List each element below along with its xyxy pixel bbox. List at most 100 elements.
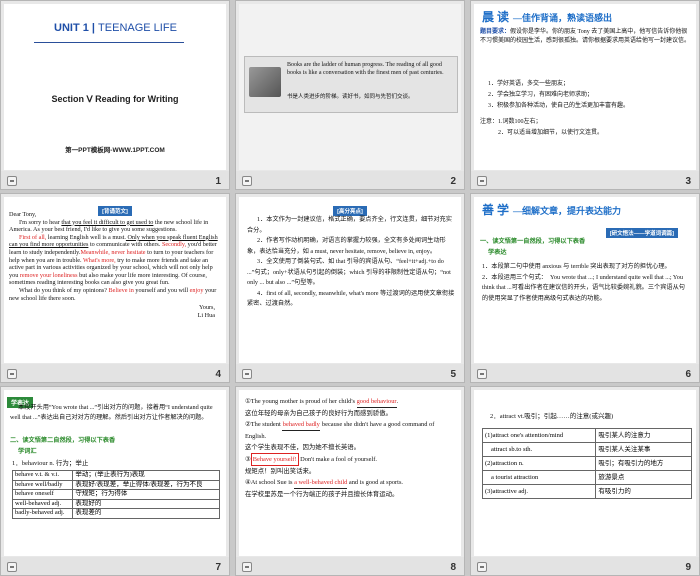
slide-thumbnail-8[interactable]: ①The young mother is proud of her child'… <box>235 386 465 576</box>
highlight-list: 1．本文作为一封建议信，格式正确，要点齐全，行文连贯，细节对充实合分。 2．作者… <box>247 215 455 310</box>
heading-main: 晨 读 <box>482 10 510 24</box>
vocab-table: (1)attract one's attention/mind 吸引某人的注意力 … <box>481 428 692 499</box>
slide-number: 4 <box>215 369 221 380</box>
slide-footer-strip: 5 <box>236 364 464 382</box>
slide-footer-strip: 7 <box>1 557 229 575</box>
vocab-headword: 2．attract vt.吸引；引起……的注意(或兴趣) <box>490 413 614 420</box>
unit-label: UNIT 1 <box>54 22 89 34</box>
table-row: (2)attraction n. 吸引；有吸引力的地方 <box>481 456 692 471</box>
task-notes: 注意：1.词数100左右； 2．可以适当增加细节，以使行文连贯。 <box>480 117 690 139</box>
example-sentence-1: ①The young mother is proud of her child'… <box>245 396 455 408</box>
heading-sub: —细解文章，提升表达能力 <box>513 206 622 216</box>
letter-signoff: Yours, <box>198 304 215 312</box>
slide-number: 1 <box>215 176 221 187</box>
table-row: behave v.t. & v.i. 举动；(举止表行为)表现 <box>11 470 220 481</box>
slide-heading: 善 学 —细解文章，提升表达能力 <box>482 201 621 219</box>
quote-box: Books are the ladder of human progress. … <box>244 56 458 113</box>
slide-number: 9 <box>685 562 691 573</box>
table-row: behave oneself 守规矩；行为得体 <box>11 489 220 500</box>
letter-paragraph-2: First of all, learning English well is a… <box>9 233 218 287</box>
unit-title: UNIT 1 | TEENAGE LIFE <box>54 22 177 34</box>
slide-number: 5 <box>450 369 456 380</box>
slide-number: 7 <box>215 562 221 573</box>
slide-thumbnail-9[interactable]: 2．attract vt.吸引；引起……的注意(或兴趣) (1)attract … <box>470 386 700 576</box>
letter-body: Dear Tony, I'm sorry to hear that you fe… <box>9 211 221 319</box>
analysis-item: 1．本段第二句中使用 anxious 与 terrible 突出表现了对方的担忧… <box>482 263 671 270</box>
task-description: 题目要求：假设你是李华。你的朋友 Tony 去了美国上高中，他写信告诉你他很不习… <box>480 28 690 46</box>
slide-transition-icon <box>477 176 487 186</box>
slide-transition-icon <box>7 562 17 572</box>
slide-footer-strip: 6 <box>471 364 699 382</box>
slide-content: 晨 读 —佳作背诵，熟读语感出 题目要求：假设你是李华。你的朋友 Tony 去了… <box>474 4 696 170</box>
table-row: badly-behaved adj. 表现差的 <box>11 508 220 519</box>
slide-content: ①The young mother is proud of her child'… <box>239 390 461 556</box>
slide-thumbnail-4[interactable]: [背诵范文] Dear Tony, I'm sorry to hear that… <box>0 193 230 383</box>
vocab-table: behave v.t. & v.i. 举动；(举止表行为)表现 behave we… <box>11 470 220 519</box>
subsection-heading: 学表达 <box>488 249 507 256</box>
table-row: (3)attractive adj. 有吸引力的 <box>481 484 692 499</box>
task-label: 题目要求： <box>480 29 511 35</box>
example-sentence-4: ④At school Sue is a well-behaved child a… <box>245 477 455 489</box>
task-text: 假设你是李华。你的朋友 Tony 去了美国上高中，他写信告诉你他很不习惯美国的校… <box>480 29 691 44</box>
example-translation-1: 这位年轻的母亲为自己孩子的良好行为而感到骄傲。 <box>245 410 392 417</box>
intro-paragraph: 本段开头用“You wrote that ...”引出对方的问题，接着用“I u… <box>10 404 213 421</box>
slide-thumbnail-7[interactable]: 学表达 本段开头用“You wrote that ...”引出对方的问题，接着用… <box>0 386 230 576</box>
analysis-item: 2．本段运用三个句式： You wrote that ...; I unders… <box>482 273 685 302</box>
example-translation-2: 这个学生表现不佳，因为她不擅长英语。 <box>245 444 361 451</box>
slide-content: Books are the ladder of human progress. … <box>239 4 461 170</box>
example-sentence-3: ③ Behave yourself! Don't make a fool of y… <box>245 453 455 466</box>
example-translation-3: 规矩点！别叫出笑话来。 <box>245 468 316 475</box>
slide-heading: 晨 读 —佳作背诵，熟读语感出 <box>482 8 612 26</box>
highlight-item: 2．作者写作动机明确，对语言的掌握力较强，全文有多处闻词生动形象，表达恰当充分，… <box>247 237 446 255</box>
quote-english: Books are the ladder of human progress. … <box>287 62 444 76</box>
slide-number: 3 <box>685 176 691 187</box>
letter-greeting: Dear Tony, <box>9 211 37 218</box>
table-row: behave well/badly 表现好/表现差，举止得体/表现差，行为不良 <box>11 479 220 490</box>
table-row: a tourist attraction 旅游景点 <box>481 470 692 485</box>
slide-footer-strip: 9 <box>471 557 699 575</box>
vocab-headword: 1．behaviour n. 行为；举止 <box>12 460 89 467</box>
slide-content: UNIT 1 | TEENAGE LIFE Section Ⅴ Reading … <box>4 4 226 170</box>
unit-name: TEENAGE LIFE <box>98 22 177 34</box>
task-point: 1．学好英语，多交一些朋友； <box>488 81 570 87</box>
note-line: 2．可以适当增加细节，以使行文连贯。 <box>498 130 604 136</box>
slide-footer-strip: 3 <box>471 171 699 189</box>
task-point: 3．积极参加各种活动，使自己的生活更加丰富有趣。 <box>488 103 630 109</box>
slide-content: 2．attract vt.吸引；引起……的注意(或兴趣) (1)attract … <box>474 390 696 556</box>
slide-transition-icon <box>242 562 252 572</box>
slide-content: 学表达 本段开头用“You wrote that ...”引出对方的问题，接着用… <box>4 390 226 556</box>
highlight-item: 1．本文作为一封建议信，格式正确，要点齐全，行文连贯，细节对充实合分。 <box>247 216 452 234</box>
task-point: 2．学会独立学习，有困难向老师求助； <box>488 92 594 98</box>
heading-main: 善 学 <box>482 203 510 217</box>
slide-thumbnail-6[interactable]: 善 学 —细解文章，提升表达能力 [研文悟法——学道词调篇] 一、读文悟第一自然… <box>470 193 700 383</box>
slide-number: 6 <box>685 369 691 380</box>
section-tag: [研文悟法——学道词调篇] <box>605 228 678 238</box>
table-row: well-behaved adj. 表现好的 <box>11 498 220 509</box>
slide-thumbnail-5[interactable]: [高分亮点] 1．本文作为一封建议信，格式正确，要点齐全，行文连贯，细节对充实合… <box>235 193 465 383</box>
section-heading: 一、读文悟第一自然段，习得以下表香 <box>480 238 586 245</box>
slide-thumbnail-1[interactable]: UNIT 1 | TEENAGE LIFE Section Ⅴ Reading … <box>0 0 230 190</box>
example-sentence-2: ②The student behaved badly because she d… <box>245 421 435 440</box>
slide-transition-icon <box>7 369 17 379</box>
section-heading: 二、读文悟第二自然段，习得以下表香 <box>10 437 116 444</box>
slide-footer-strip: 4 <box>1 364 229 382</box>
heading-sub: —佳作背诵，熟读语感出 <box>513 13 613 23</box>
book-icon <box>249 67 281 97</box>
slide-footer-strip: 1 <box>1 171 229 189</box>
table-row: attract sb.to sth. 吸引某人关注某事 <box>481 442 692 457</box>
highlight-item: 4．first of all, secondly, meanwhile, wha… <box>247 289 455 308</box>
slide-content: 善 学 —细解文章，提升表达能力 [研文悟法——学道词调篇] 一、读文悟第一自然… <box>474 197 696 363</box>
slide-transition-icon <box>242 176 252 186</box>
slide-transition-icon <box>477 369 487 379</box>
slide-thumbnail-3[interactable]: 晨 读 —佳作背诵，熟读语感出 题目要求：假设你是李华。你的朋友 Tony 去了… <box>470 0 700 190</box>
highlight-item: 3．全文使用了倒装句式、如 that 引导的宾语从句、“feel+it+adj.… <box>247 258 451 286</box>
note-line: 注意：1.词数100左右； <box>480 119 542 125</box>
slide-content: [高分亮点] 1．本文作为一封建议信，格式正确，要点齐全，行文连贯，细节对充实合… <box>239 197 461 363</box>
slide-transition-icon <box>477 562 487 572</box>
section-title: Section Ⅴ Reading for Writing <box>51 94 179 104</box>
example-translation-4: 在学校里苏是一个行为端正的孩子并且擅长体育运动。 <box>245 491 399 498</box>
letter-paragraph-1: I'm sorry to hear that you feel it diffi… <box>9 218 209 234</box>
table-row: (1)attract one's attention/mind 吸引某人的注意力 <box>481 428 692 443</box>
slide-thumbnail-2[interactable]: Books are the ladder of human progress. … <box>235 0 465 190</box>
slide-transition-icon <box>7 176 17 186</box>
